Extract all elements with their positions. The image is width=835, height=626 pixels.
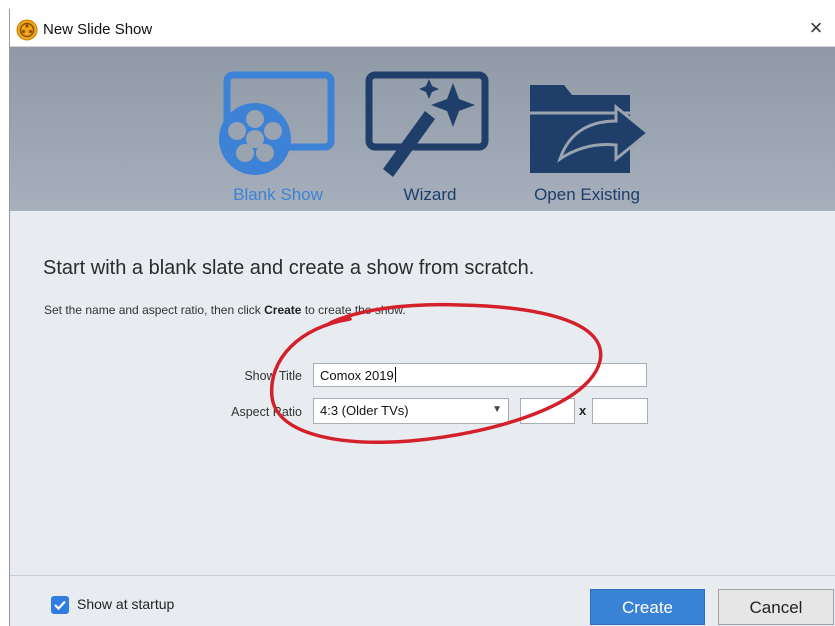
window-title: New Slide Show — [43, 21, 153, 38]
dialog-footer: Show at startup Create Cancel — [10, 575, 835, 626]
title-bar: New Slide Show × — [10, 9, 835, 47]
close-button[interactable]: × — [800, 14, 832, 42]
mode-wizard[interactable]: Wizard — [355, 47, 505, 211]
mode-open-existing-label: Open Existing — [534, 185, 640, 204]
checkmark-icon — [54, 600, 66, 611]
create-button[interactable]: Create — [590, 589, 705, 625]
mode-selector: Blank Show Wizard Open Existing — [10, 47, 835, 211]
show-at-startup-checkbox[interactable] — [51, 596, 69, 614]
app-logo-icon — [16, 19, 38, 41]
red-annotation-circle — [269, 302, 603, 444]
cancel-button[interactable]: Cancel — [718, 589, 834, 625]
show-at-startup-label: Show at startup — [77, 596, 175, 612]
mode-blank-show[interactable]: Blank Show — [203, 47, 353, 211]
open-folder-icon — [530, 85, 651, 173]
new-slide-show-dialog: New Slide Show × Blank Show Wizard Open … — [9, 9, 835, 626]
mode-wizard-label: Wizard — [403, 185, 457, 204]
mode-open-existing[interactable]: Open Existing — [512, 47, 662, 211]
panel-headline: Start with a blank slate and create a sh… — [43, 257, 535, 279]
blank-show-icon — [219, 71, 335, 175]
mode-blank-show-label: Blank Show — [233, 185, 323, 204]
wizard-wand-icon — [365, 71, 489, 177]
